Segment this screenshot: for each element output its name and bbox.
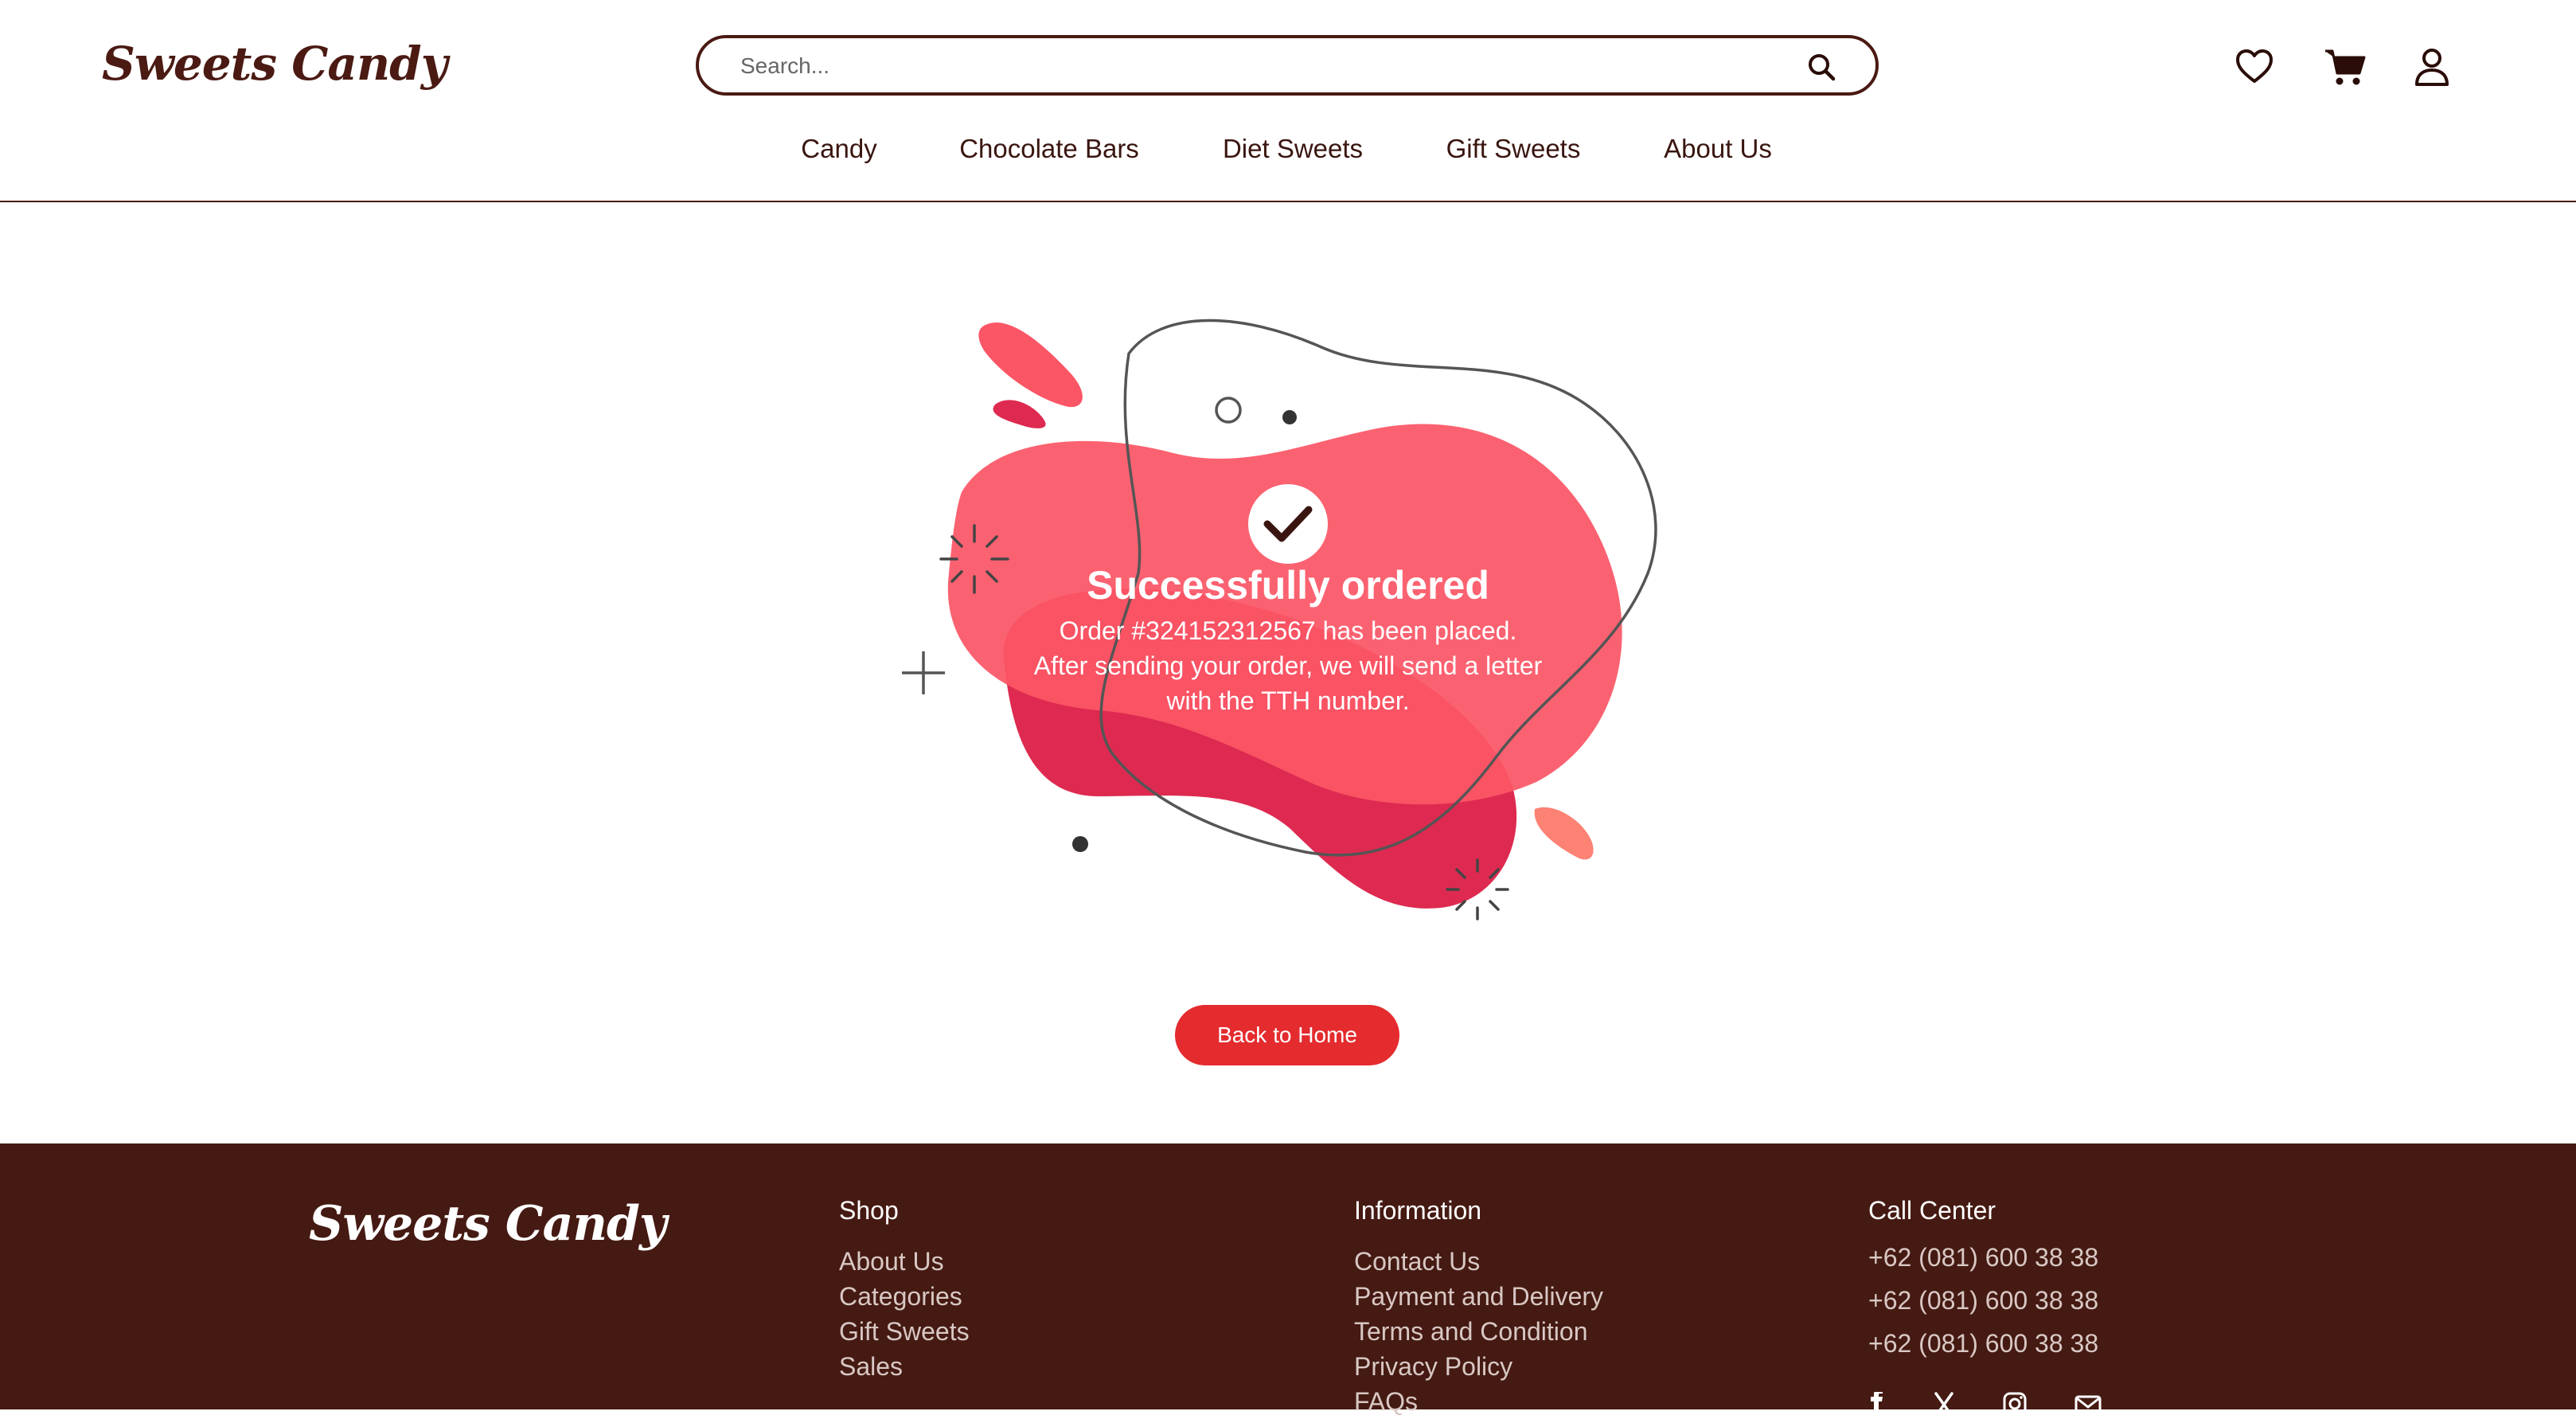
mail-icon[interactable] [2074, 1395, 2102, 1416]
footer-information-heading: Information [1354, 1196, 1482, 1225]
search-icon[interactable] [1805, 51, 1837, 83]
check-icon [1248, 484, 1328, 564]
facebook-icon[interactable] [1871, 1392, 1883, 1416]
brand-logo[interactable]: Sweets Candy [102, 37, 447, 91]
instagram-icon[interactable] [2003, 1392, 2027, 1416]
success-message: Successfully ordered Order #324152312567… [970, 557, 1606, 718]
nav-item-candy[interactable]: Candy [801, 134, 876, 164]
footer-shop-column: Shop About Us Categories Gift Sweets Sal… [839, 1193, 970, 1384]
social-links [1871, 1392, 2102, 1416]
footer-call-center-heading: Call Center [1868, 1196, 1996, 1225]
site-header: Sweets Candy Candy Chocolate Bars Diet S… [0, 0, 2576, 202]
user-icon[interactable] [2412, 46, 2452, 88]
footer-link-gift-sweets[interactable]: Gift Sweets [839, 1314, 970, 1349]
footer-link-terms[interactable]: Terms and Condition [1354, 1314, 1603, 1349]
footer-logo[interactable]: Sweets Candy [309, 1196, 667, 1252]
footer-link-sales[interactable]: Sales [839, 1349, 970, 1384]
footer-phone[interactable]: +62 (081) 600 38 38 [1868, 1322, 2098, 1365]
footer-link-about-us[interactable]: About Us [839, 1244, 970, 1279]
search-input[interactable] [739, 49, 1697, 83]
back-to-home-button[interactable]: Back to Home [1175, 1005, 1399, 1065]
footer-link-contact-us[interactable]: Contact Us [1354, 1244, 1603, 1279]
site-footer: Sweets Candy Shop About Us Categories Gi… [0, 1143, 2576, 1416]
order-info-text: After sending your order, we will send a… [1033, 651, 1543, 680]
footer-call-center-column: Call Center +62 (081) 600 38 38 +62 (081… [1868, 1193, 2098, 1365]
footer-information-column: Information Contact Us Payment and Deliv… [1354, 1193, 1603, 1419]
search-bar [696, 35, 1879, 96]
nav-item-about-us[interactable]: About Us [1664, 134, 1772, 164]
footer-link-categories[interactable]: Categories [839, 1279, 970, 1314]
nav-item-chocolate-bars[interactable]: Chocolate Bars [959, 134, 1139, 164]
nav-item-diet-sweets[interactable]: Diet Sweets [1223, 134, 1363, 164]
footer-phone[interactable]: +62 (081) 600 38 38 [1868, 1236, 2098, 1279]
heart-icon[interactable] [2234, 46, 2275, 88]
cart-icon[interactable] [2323, 46, 2367, 88]
order-number-text: Order #324152312567 has been placed. [1059, 616, 1517, 645]
footer-shop-heading: Shop [839, 1196, 899, 1225]
success-title: Successfully ordered [1087, 563, 1489, 608]
order-info-text-2: with the TTH number. [1166, 686, 1410, 715]
x-icon[interactable] [1934, 1392, 1953, 1416]
footer-link-faqs[interactable]: FAQs [1354, 1384, 1603, 1419]
footer-phone[interactable]: +62 (081) 600 38 38 [1868, 1279, 2098, 1322]
nav-item-gift-sweets[interactable]: Gift Sweets [1446, 134, 1581, 164]
footer-link-payment-delivery[interactable]: Payment and Delivery [1354, 1279, 1603, 1314]
footer-link-privacy[interactable]: Privacy Policy [1354, 1349, 1603, 1384]
main-nav: Candy Chocolate Bars Diet Sweets Gift Sw… [0, 134, 2576, 172]
